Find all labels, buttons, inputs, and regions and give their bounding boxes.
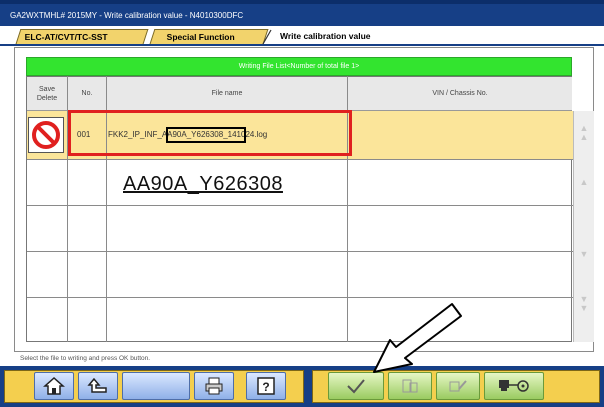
grid-line: [27, 159, 573, 160]
scroll-top-icon[interactable]: ▲ ▲: [576, 124, 592, 142]
tab-write-calibration-label: Write calibration value: [280, 31, 371, 41]
help-icon: ?: [257, 377, 275, 395]
callout-file-id: AA90A_Y626308: [123, 173, 283, 195]
home-button[interactable]: [34, 372, 74, 400]
help-button[interactable]: ?: [246, 372, 286, 400]
title-bar: GA2WXTMHL# 2015MY - Write calibration va…: [0, 0, 604, 26]
tab-write-calibration: Write calibration value: [278, 29, 410, 44]
grid-line: [27, 205, 573, 206]
grid-line: [27, 297, 573, 298]
tab-elc-at[interactable]: ELC-AT/CVT/TC-SST: [15, 29, 149, 44]
scroll-down-icon[interactable]: ▼: [576, 250, 592, 259]
print-button[interactable]: [194, 372, 234, 400]
tab-special-function[interactable]: Special Function: [149, 29, 269, 44]
column-header-vin: VIN / Chassis No.: [348, 77, 572, 111]
tab-divider-icon: [262, 29, 272, 45]
print-icon: [205, 377, 223, 395]
home-icon: [43, 376, 65, 395]
connect-icon: [499, 380, 529, 392]
column-header-save-delete-label: Save Delete: [36, 86, 58, 102]
connect-button[interactable]: [484, 372, 544, 400]
scroll-up-icon[interactable]: ▲: [576, 178, 592, 187]
column-header-save-delete: Save Delete: [27, 77, 68, 111]
status-message: Select the file to writing and press OK …: [14, 352, 594, 366]
column-header-file-name: File name: [107, 77, 348, 111]
window-title: GA2WXTMHL# 2015MY - Write calibration va…: [10, 11, 244, 20]
back-button[interactable]: [78, 372, 118, 400]
svg-text:?: ?: [262, 380, 269, 394]
tab-elc-at-label: ELC-AT/CVT/TC-SST: [24, 32, 108, 42]
scroll-bottom-icon[interactable]: ▼ ▼: [576, 295, 592, 313]
tab-special-function-label: Special Function: [166, 32, 235, 42]
pointer-arrow-icon: [373, 303, 462, 373]
file-list-header-bar: Writing File List<Number of total file 1…: [26, 57, 572, 76]
back-icon: [87, 377, 107, 393]
blank-button-1[interactable]: [122, 372, 190, 400]
column-header-no: No.: [68, 77, 107, 111]
highlight-box-black: [166, 127, 246, 143]
grid-line: [27, 251, 573, 252]
breadcrumb-tabs: ELC-AT/CVT/TC-SST Special Function Write…: [0, 26, 604, 46]
delete-icon[interactable]: [28, 117, 64, 153]
